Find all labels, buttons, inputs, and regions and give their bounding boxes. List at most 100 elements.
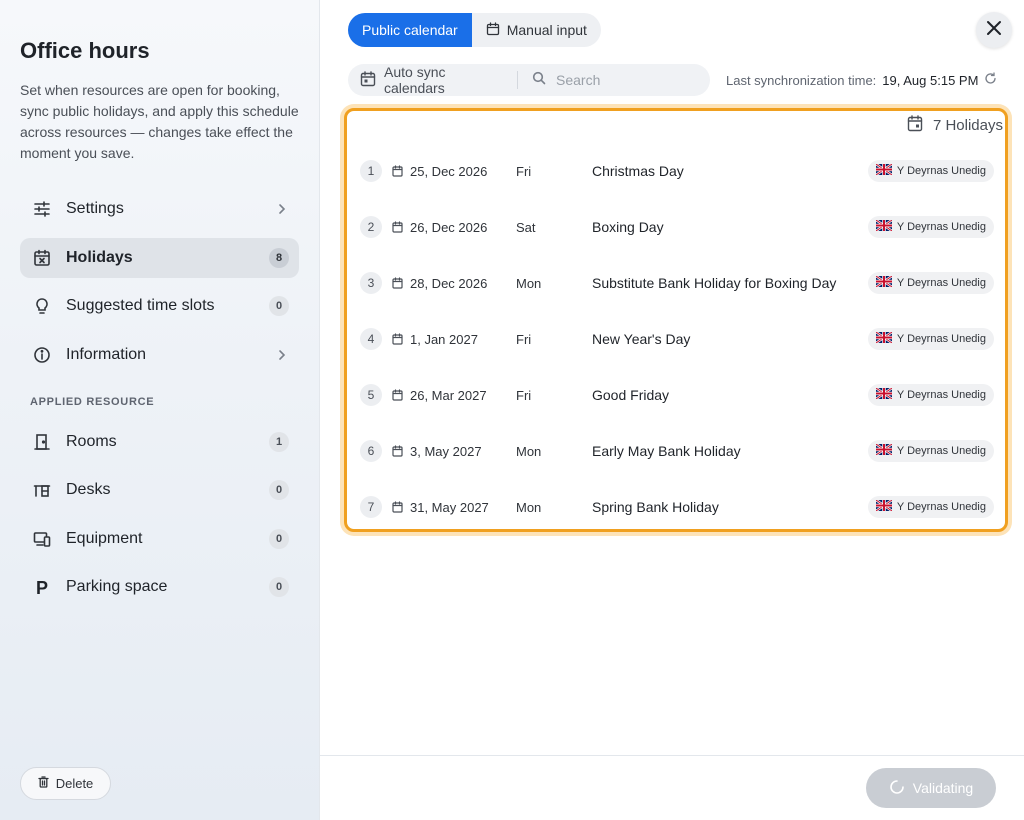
- holiday-count-label: 7 Holidays: [932, 117, 1003, 134]
- nav-item-label: Holidays: [66, 249, 133, 266]
- calendar-icon: [392, 333, 404, 345]
- delete-button[interactable]: Delete: [20, 767, 111, 800]
- tab-public-calendar[interactable]: Public calendar: [348, 13, 472, 47]
- devices-icon: [32, 529, 52, 549]
- calendar-icon: [392, 277, 404, 289]
- tab-label: Public calendar: [362, 22, 458, 38]
- region-tag: Y Deyrnas Unedig: [867, 160, 994, 182]
- row-number: 4: [360, 328, 382, 350]
- holiday-name: Early May Bank Holiday: [592, 443, 741, 459]
- region-tag: Y Deyrnas Unedig: [867, 496, 994, 518]
- holiday-date: 31, May 2027: [410, 499, 489, 515]
- search-box: [518, 64, 710, 96]
- desk-icon: [32, 480, 52, 500]
- tab-manual-input[interactable]: Manual input: [472, 13, 601, 47]
- nav-item-suggested-time-slots[interactable]: Suggested time slots 0: [20, 286, 299, 326]
- holiday-name: Substitute Bank Holiday for Boxing Day: [592, 275, 837, 291]
- count-badge: 0: [269, 480, 289, 500]
- row-number: 7: [360, 496, 382, 518]
- nav-item-label: Desks: [66, 481, 111, 498]
- holiday-row[interactable]: 6 3, May 2027 Mon Early May Bank Holiday Y D…: [360, 439, 994, 463]
- settings-sidebar: Office hours Set when resources are open…: [0, 0, 320, 820]
- section-heading-applied-resource: APPLIED RESOURCE: [30, 396, 155, 408]
- door-icon: [32, 432, 52, 452]
- holiday-date: 26, Dec 2026: [410, 219, 488, 235]
- region-tag: Y Deyrnas Unedig: [867, 216, 994, 238]
- nav-item-label: Parking space: [66, 578, 168, 595]
- count-badge: 8: [269, 248, 289, 268]
- calendar-x-icon: [32, 248, 52, 268]
- auto-sync-button[interactable]: Auto sync calendars: [348, 64, 517, 96]
- holiday-date: 25, Dec 2026: [410, 163, 488, 179]
- holiday-weekday: Fri: [516, 163, 532, 179]
- trash-icon: [38, 776, 49, 791]
- nav-item-parking-space[interactable]: P Parking space 0: [20, 567, 299, 607]
- count-badge: 0: [269, 296, 289, 316]
- region-label: Y Deyrnas Unedig: [896, 389, 986, 401]
- region-label: Y Deyrnas Unedig: [896, 445, 986, 457]
- holiday-weekday: Fri: [516, 331, 532, 347]
- search-input[interactable]: [556, 72, 696, 88]
- nav-item-rooms[interactable]: Rooms 1: [20, 422, 299, 462]
- uk-flag-icon: [875, 387, 893, 402]
- last-sync-label: Last synchronization time:: [726, 72, 877, 88]
- holiday-name: Good Friday: [592, 387, 670, 403]
- close-icon: [986, 20, 1002, 41]
- parking-icon: P: [32, 577, 52, 597]
- count-badge: 1: [269, 432, 289, 452]
- row-number: 6: [360, 440, 382, 462]
- uk-flag-icon: [875, 443, 893, 458]
- uk-flag-icon: [875, 275, 893, 290]
- holiday-name: Boxing Day: [592, 219, 664, 235]
- count-badge: 0: [269, 577, 289, 597]
- page-title: Office hours: [20, 38, 150, 63]
- uk-flag-icon: [875, 331, 893, 346]
- page-description: Set when resources are open for booking,…: [20, 82, 299, 161]
- holiday-row[interactable]: 1 25, Dec 2026 Fri Christmas Day Y Deyrnas U…: [360, 159, 994, 183]
- validating-button[interactable]: Validating: [866, 768, 996, 808]
- holiday-row[interactable]: 3 28, Dec 2026 Mon Substitute Bank Holiday …: [360, 271, 994, 295]
- region-tag: Y Deyrnas Unedig: [867, 440, 994, 462]
- holiday-row[interactable]: 2 26, Dec 2026 Sat Boxing Day Y Deyrnas Uned…: [360, 215, 994, 239]
- holiday-weekday: Mon: [516, 499, 542, 515]
- region-label: Y Deyrnas Unedig: [896, 277, 986, 289]
- holiday-weekday: Mon: [516, 443, 542, 459]
- validating-label: Validating: [912, 780, 974, 796]
- nav-item-settings[interactable]: Settings: [20, 189, 299, 229]
- nav-item-information[interactable]: Information: [20, 335, 299, 375]
- holiday-date: 3, May 2027: [410, 443, 482, 459]
- sliders-icon: [32, 199, 52, 219]
- close-button[interactable]: [976, 12, 1012, 48]
- uk-flag-icon: [875, 219, 893, 234]
- calendar-sync-icon: [360, 70, 376, 90]
- region-tag: Y Deyrnas Unedig: [867, 384, 994, 406]
- holiday-count: 7 Holidays: [907, 115, 1003, 136]
- nav-item-desks[interactable]: Desks 0: [20, 470, 299, 510]
- nav-item-holidays[interactable]: Holidays 8: [20, 238, 299, 278]
- nav-item-equipment[interactable]: Equipment 0: [20, 519, 299, 559]
- region-label: Y Deyrnas Unedig: [896, 165, 986, 177]
- calendar-icon: [392, 445, 404, 457]
- last-sync-info: Last synchronization time: 19, Aug 5:15 …: [726, 72, 997, 88]
- info-icon: [32, 345, 52, 365]
- holiday-row[interactable]: 4 1, Jan 2027 Fri New Year's Day Y Deyrnas U…: [360, 327, 994, 351]
- chevron-right-icon: [275, 202, 289, 216]
- calendar-icon: [392, 389, 404, 401]
- holiday-row[interactable]: 7 31, May 2027 Mon Spring Bank Holiday Y Dey…: [360, 495, 994, 519]
- uk-flag-icon: [875, 163, 893, 178]
- nav-item-label: Settings: [66, 200, 124, 217]
- holiday-toolbar: Auto sync calendars: [348, 64, 710, 96]
- nav-item-label: Information: [66, 346, 147, 363]
- source-tabs: Public calendar Manual input: [348, 13, 601, 47]
- holiday-name: New Year's Day: [592, 331, 691, 347]
- spinner-icon: [889, 779, 905, 798]
- holiday-name: Spring Bank Holiday: [592, 499, 719, 515]
- holiday-row[interactable]: 5 26, Mar 2027 Fri Good Friday Y Deyrnas Une…: [360, 383, 994, 407]
- refresh-icon[interactable]: [984, 72, 997, 88]
- calendar-icon: [392, 221, 404, 233]
- holiday-weekday: Fri: [516, 387, 532, 403]
- holiday-name: Christmas Day: [592, 163, 684, 179]
- row-number: 2: [360, 216, 382, 238]
- calendar-icon: [907, 115, 923, 136]
- footer-divider: [320, 755, 1024, 756]
